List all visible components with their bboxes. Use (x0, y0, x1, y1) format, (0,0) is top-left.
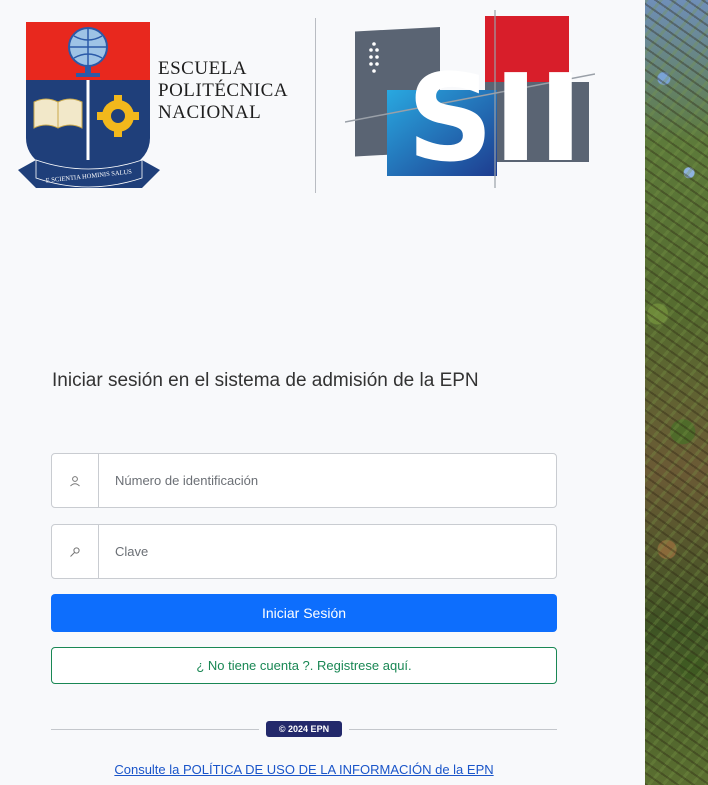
institution-line-2: POLITÉCNICA (158, 80, 289, 101)
password-field (51, 524, 557, 579)
copyright-badge: © 2024 EPN (266, 721, 342, 737)
key-icon (52, 525, 99, 578)
sii-logo: SII (345, 10, 595, 188)
policy-link[interactable]: Consulte la POLÍTICA DE USO DE LA INFORM… (0, 762, 608, 777)
login-heading: Iniciar sesión en el sistema de admisión… (52, 370, 479, 391)
login-button[interactable]: Iniciar Sesión (51, 594, 557, 632)
background-photo (645, 0, 708, 785)
user-icon (52, 454, 99, 507)
header-divider (315, 18, 316, 193)
footer-divider-left (51, 729, 259, 730)
id-field (51, 453, 557, 508)
sii-logo-text: SII (407, 50, 583, 188)
password-input[interactable] (99, 525, 556, 578)
login-panel: E SCIENTIA HOMINIS SALUS ESCUELA POLITÉC… (0, 0, 645, 785)
epn-seal-logo: E SCIENTIA HOMINIS SALUS (18, 22, 160, 188)
institution-name: ESCUELA POLITÉCNICA NACIONAL (158, 58, 288, 124)
footer-divider-right (349, 729, 557, 730)
register-button[interactable]: ¿ No tiene cuenta ?. Registrese aquí. (51, 647, 557, 684)
id-input[interactable] (99, 454, 556, 507)
institution-line-3: NACIONAL (158, 102, 262, 123)
institution-line-1: ESCUELA (158, 58, 247, 79)
